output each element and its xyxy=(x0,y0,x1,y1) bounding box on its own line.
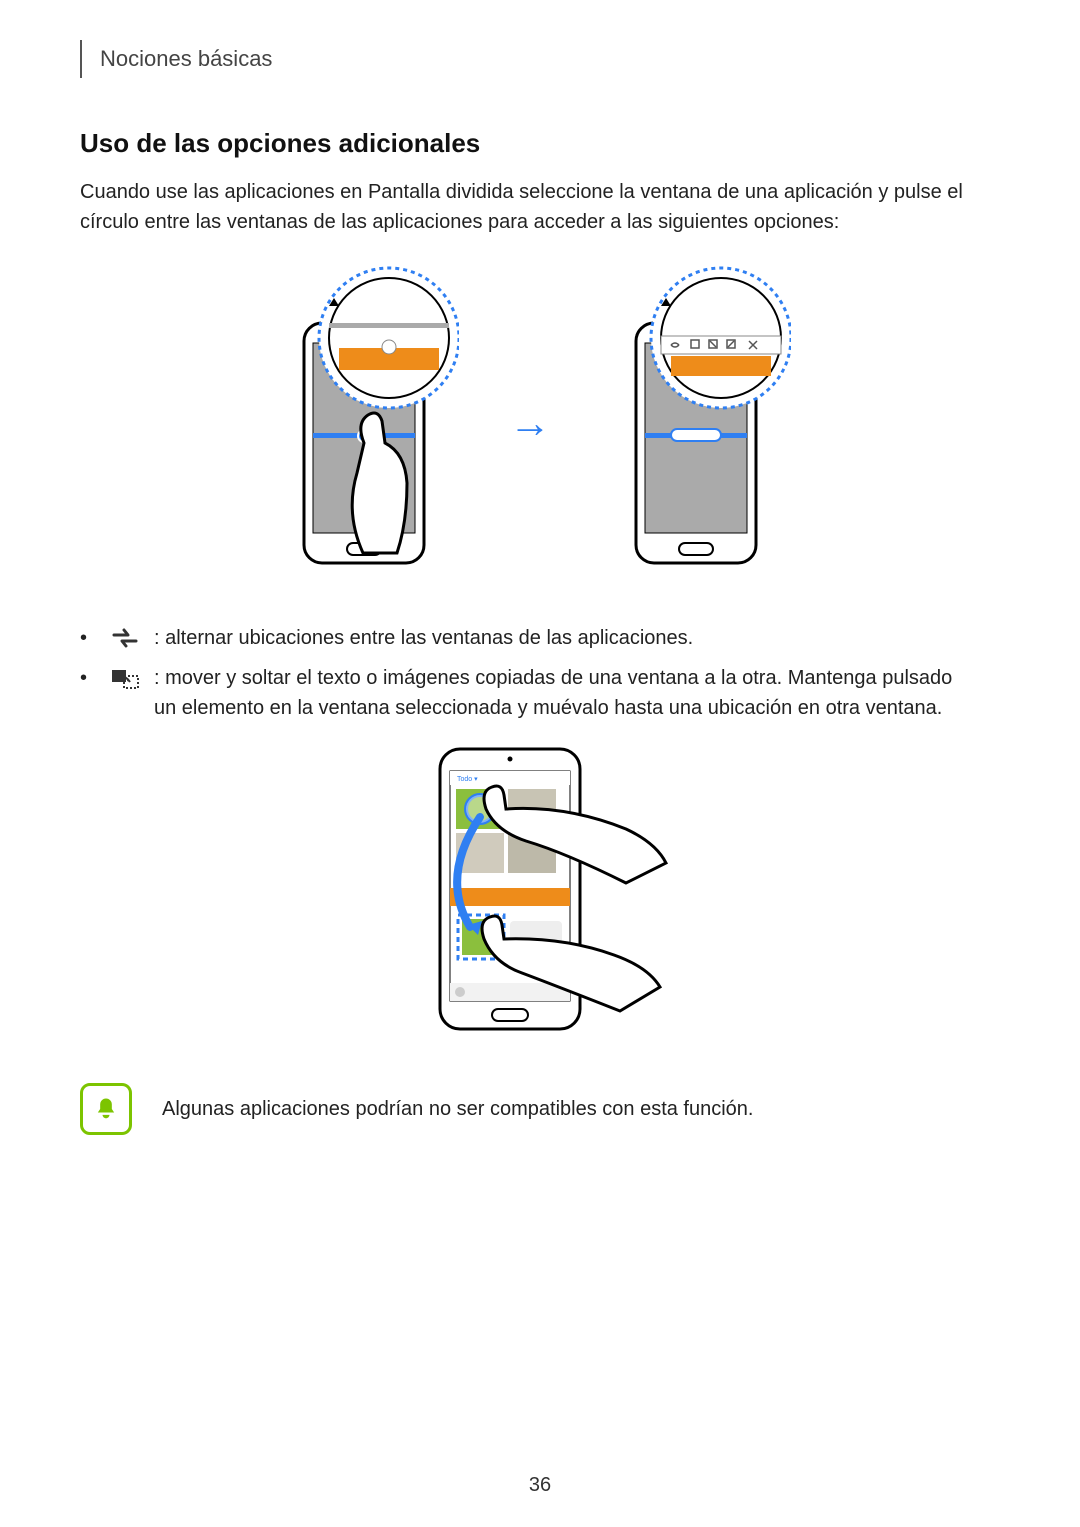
drag-content-icon xyxy=(110,666,140,690)
note-block: Algunas aplicaciones podrían no ser comp… xyxy=(80,1083,980,1135)
figure-phone-tap-handle xyxy=(269,263,459,583)
page-number: 36 xyxy=(0,1474,1080,1497)
bullet-text: : alternar ubicaciones entre las ventana… xyxy=(154,623,980,653)
bullet-marker: • xyxy=(80,663,96,693)
figure-drag-between-windows: Todo ▾ xyxy=(80,743,980,1043)
header-rule: Nociones básicas xyxy=(80,40,980,78)
note-icon xyxy=(80,1083,132,1135)
note-text: Algunas aplicaciones podrían no ser comp… xyxy=(162,1098,753,1121)
figure-split-handle-sequence: → xyxy=(80,263,980,583)
bullet-marker: • xyxy=(80,623,96,653)
breadcrumb: Nociones básicas xyxy=(100,46,272,72)
section-title: Uso de las opciones adicionales xyxy=(80,128,980,159)
swap-windows-icon xyxy=(110,626,140,650)
arrow-right-icon: → xyxy=(509,402,551,444)
bullet-text: : mover y soltar el texto o imágenes cop… xyxy=(154,663,980,723)
bullet-list: • : alternar ubicaciones entre las venta… xyxy=(80,623,980,723)
list-item: • : mover y soltar el texto o imágenes c… xyxy=(80,663,980,723)
svg-text:Todo ▾: Todo ▾ xyxy=(457,776,478,783)
intro-paragraph: Cuando use las aplicaciones en Pantalla … xyxy=(80,177,980,237)
list-item: • : alternar ubicaciones entre las venta… xyxy=(80,623,980,653)
figure-phone-options-bar xyxy=(601,263,791,583)
